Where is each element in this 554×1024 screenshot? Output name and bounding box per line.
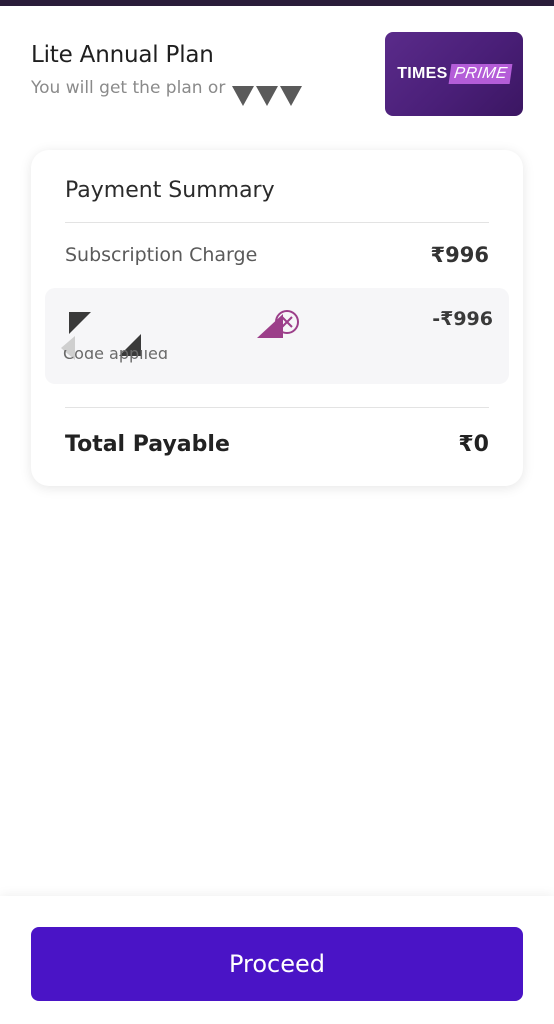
plan-title: Lite Annual Plan bbox=[31, 42, 214, 68]
plan-subtitle: You will get the plan or bbox=[31, 78, 226, 98]
payment-summary-card: Payment Summary Subscription Charge ₹996… bbox=[31, 150, 523, 486]
plan-header: Lite Annual Plan You will get the plan o… bbox=[0, 6, 554, 156]
payment-summary-title: Payment Summary bbox=[65, 178, 275, 203]
bottom-action-bar: Proceed bbox=[0, 896, 554, 1024]
redaction-mark bbox=[69, 312, 91, 334]
redaction-marks bbox=[232, 86, 302, 108]
redaction-mark bbox=[256, 86, 278, 106]
logo-times-text: TIMES bbox=[397, 65, 448, 82]
subscription-charge-label: Subscription Charge bbox=[65, 244, 258, 266]
redaction-mark bbox=[280, 86, 302, 106]
summary-divider bbox=[65, 407, 489, 408]
coupon-discount-value: -₹996 bbox=[432, 308, 493, 330]
coupon-remove-icon[interactable] bbox=[257, 306, 305, 340]
logo-prime-text: PRIME bbox=[448, 64, 513, 84]
subscription-charge-value: ₹996 bbox=[430, 243, 489, 267]
total-payable-label: Total Payable bbox=[65, 432, 230, 457]
summary-divider bbox=[65, 222, 489, 223]
times-prime-logo: TIMES PRIME bbox=[385, 32, 523, 116]
coupon-applied-row: Code applied -₹996 bbox=[45, 288, 509, 384]
total-payable-value: ₹0 bbox=[458, 432, 489, 457]
proceed-button[interactable]: Proceed bbox=[31, 927, 523, 1001]
redaction-mark bbox=[232, 86, 254, 106]
coupon-applied-caption: Code applied bbox=[63, 344, 169, 363]
